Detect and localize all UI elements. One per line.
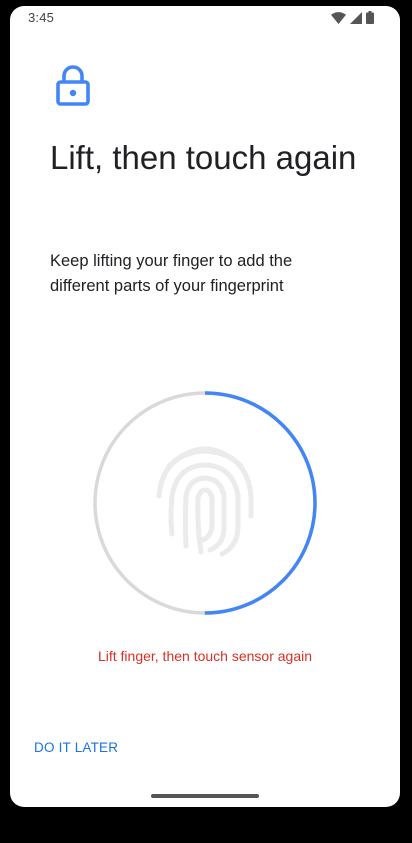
status-message: Lift finger, then touch sensor again (97, 648, 313, 664)
gesture-nav-handle[interactable] (151, 794, 259, 798)
status-time: 3:45 (28, 10, 55, 25)
status-bar: 3:45 (10, 6, 400, 32)
fingerprint-icon (156, 446, 254, 557)
fingerprint-progress (90, 386, 320, 620)
status-icons (331, 11, 374, 24)
cellular-signal-icon (350, 11, 362, 24)
battery-icon (366, 11, 374, 24)
do-it-later-button[interactable]: DO IT LATER (26, 734, 126, 761)
enrollment-screen: 3:45 Lift, then touch again Keep lifting… (10, 6, 400, 807)
wifi-icon (331, 11, 346, 24)
page-title: Lift, then touch again (50, 139, 357, 176)
page-subtitle: Keep lifting your finger to add the diff… (50, 252, 293, 295)
lock-icon (54, 64, 92, 106)
